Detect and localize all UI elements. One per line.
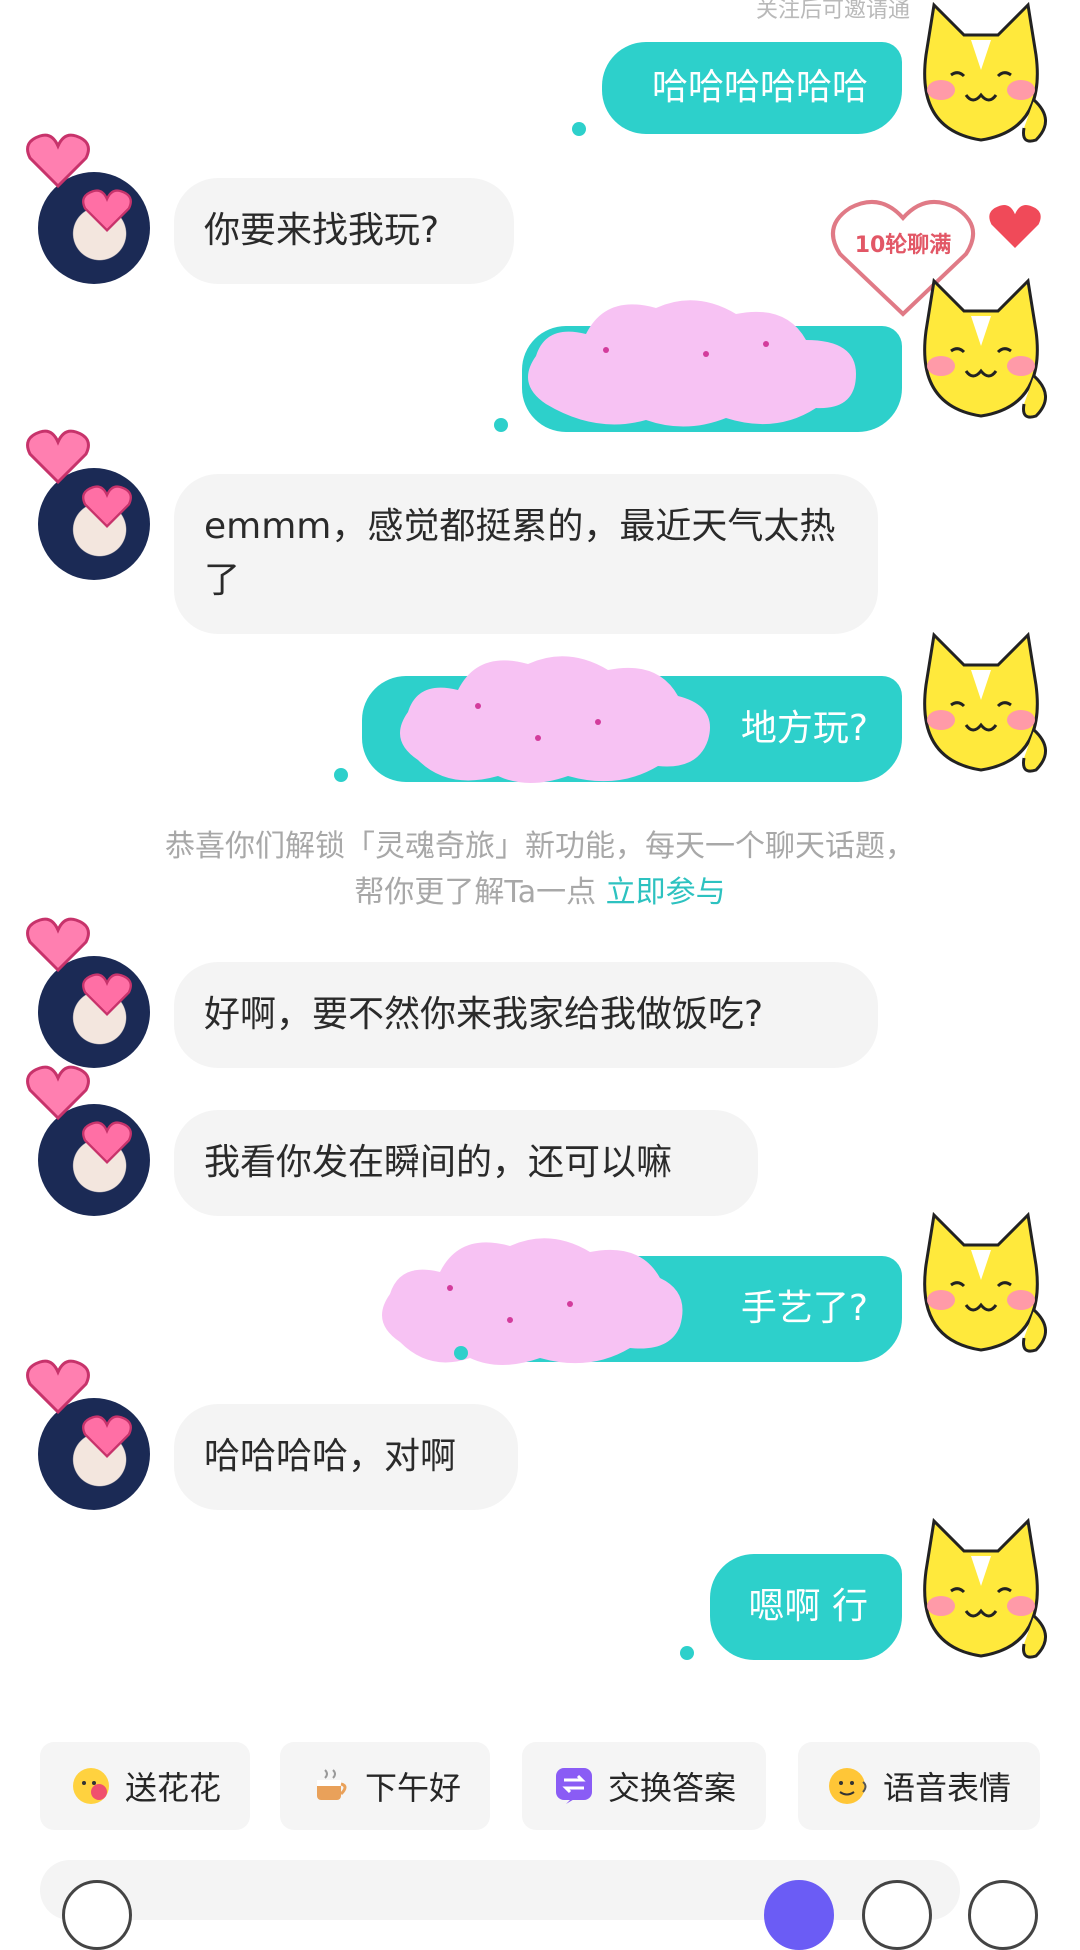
heart-icon	[82, 973, 132, 1016]
emoji-icon[interactable]	[862, 1880, 932, 1950]
quick-action-label: 语音表情	[882, 1769, 1011, 1807]
cat-avatar-icon[interactable]	[906, 1516, 1056, 1666]
message-bubble-in[interactable]: 好啊，要不然你来我家给我做饭吃?	[174, 962, 878, 1068]
cat-avatar-icon[interactable]	[906, 630, 1056, 780]
quick-action-label: 交换答案	[607, 1769, 736, 1807]
pixel-heart-icon	[26, 1065, 90, 1120]
pixel-heart-icon	[26, 1359, 90, 1414]
more-icon[interactable]	[968, 1880, 1038, 1950]
message-bubble-out[interactable]: 嗯啊 行	[710, 1554, 902, 1660]
pixel-heart-icon	[26, 133, 90, 188]
quick-action-label: 送花花	[124, 1769, 221, 1807]
message-text: 哈哈哈哈哈哈	[651, 67, 868, 108]
system-notice-line: 帮你更了解Ta一点	[354, 875, 597, 910]
read-status-dot	[680, 1646, 694, 1660]
cat-avatar-icon[interactable]	[906, 1210, 1056, 1360]
message-text: 嗯啊 行	[748, 1586, 868, 1627]
read-status-dot	[494, 418, 508, 432]
system-notice: 恭喜你们解锁「灵魂奇旅」新功能，每天一个聊天话题， 帮你更了解Ta一点 立即参与	[0, 824, 1080, 916]
message-text: 我看你发在瞬间的，还可以嘛	[204, 1142, 673, 1183]
send-flower-button[interactable]: 送花花	[40, 1742, 250, 1830]
voice-toggle-icon[interactable]	[62, 1880, 132, 1950]
exchange-icon	[555, 1768, 592, 1804]
user-avatar[interactable]	[26, 1065, 150, 1216]
badge-label: 10轮聊满	[855, 232, 952, 258]
voice-emoji-icon	[828, 1768, 867, 1804]
privacy-cloud-sticker	[382, 1238, 683, 1365]
message-bubble-in[interactable]: 我看你发在瞬间的，还可以嘛	[174, 1110, 758, 1216]
read-status-dot	[334, 768, 348, 782]
read-status-dot	[572, 122, 586, 136]
flower-emoji-icon	[72, 1768, 109, 1804]
message-bubble-in[interactable]: 你要来找我玩?	[174, 178, 514, 284]
heart-icon	[82, 1415, 132, 1458]
like-heart-icon[interactable]	[988, 202, 1042, 250]
message-text: emmm，感觉都挺累的，最近天气太热了	[204, 506, 836, 601]
voice-emoji-button[interactable]: 语音表情	[798, 1742, 1040, 1830]
coffee-cup-icon	[316, 1769, 347, 1800]
exchange-answer-button[interactable]: 交换答案	[522, 1742, 766, 1830]
join-now-link[interactable]: 立即参与	[606, 875, 726, 910]
good-afternoon-button[interactable]: 下午好	[280, 1742, 490, 1830]
message-text: 哈哈哈哈，对啊	[204, 1436, 457, 1477]
cat-avatar-icon[interactable]	[906, 0, 1056, 150]
user-avatar[interactable]	[26, 133, 150, 284]
message-text: 好啊，要不然你来我家给我做饭吃?	[204, 994, 764, 1035]
privacy-cloud-sticker	[400, 656, 710, 783]
read-status-dot	[454, 1346, 468, 1360]
heart-icon	[82, 1121, 132, 1164]
cat-avatar-icon[interactable]	[906, 276, 1056, 426]
message-bubble-in[interactable]: 哈哈哈哈，对啊	[174, 1404, 518, 1510]
privacy-cloud-sticker	[528, 300, 856, 427]
system-notice-line: 恭喜你们解锁「灵魂奇旅」新功能，每天一个聊天话题，	[165, 829, 915, 864]
add-button-icon[interactable]	[764, 1880, 834, 1950]
heart-icon	[82, 485, 132, 528]
heart-icon	[82, 189, 132, 232]
message-bubble-out[interactable]: 哈哈哈哈哈哈	[602, 42, 902, 134]
pixel-heart-icon	[26, 917, 90, 972]
user-avatar[interactable]	[26, 917, 150, 1068]
message-text: 手艺了?	[740, 1288, 868, 1329]
message-text: 地方玩?	[740, 708, 868, 749]
follow-invite-note: 关注后可邀请通	[756, 0, 911, 23]
pixel-heart-icon	[26, 429, 90, 484]
message-bubble-in[interactable]: emmm，感觉都挺累的，最近天气太热了	[174, 474, 878, 634]
quick-action-bar: 送花花 下午好 交换答案 语音表情	[0, 1742, 1080, 1832]
quick-action-label: 下午好	[364, 1769, 461, 1807]
user-avatar[interactable]	[26, 1359, 150, 1510]
message-text: 你要来找我玩?	[204, 210, 440, 251]
user-avatar[interactable]	[26, 429, 150, 580]
